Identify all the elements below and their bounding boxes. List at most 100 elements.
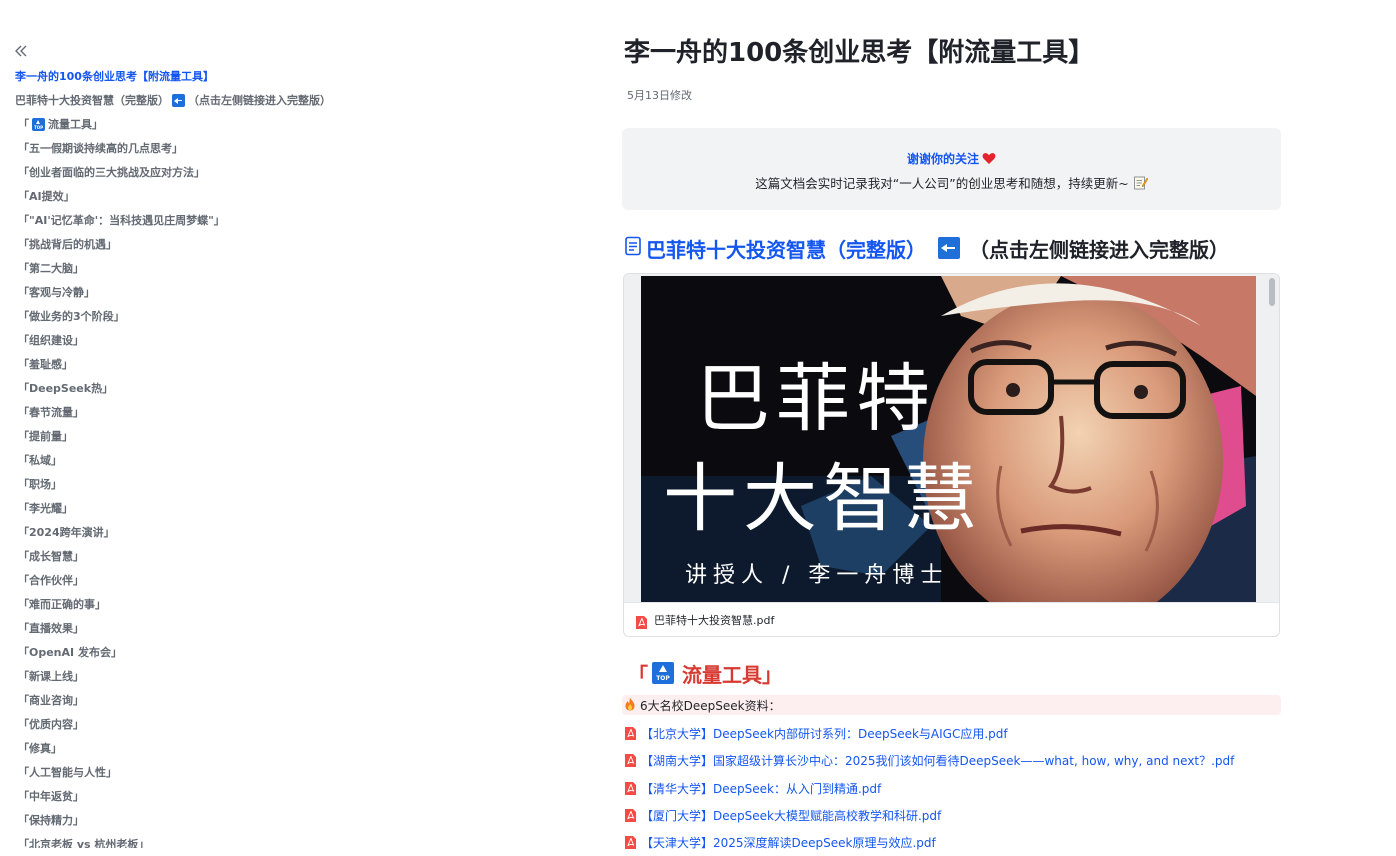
outline-item[interactable]: 「新课上线」 bbox=[15, 664, 331, 688]
buffett-doc-link[interactable]: 巴菲特十大投资智慧（完整版） bbox=[646, 234, 926, 263]
file-link[interactable]: 【天津大学】2025深度解读DeepSeek原理与效应.pdf bbox=[625, 829, 1234, 856]
heading-text: 流量工具」 bbox=[682, 662, 782, 687]
outline-item[interactable]: 「成长智慧」 bbox=[15, 544, 331, 568]
outline-item[interactable]: 「春节流量」 bbox=[15, 400, 331, 424]
outline-item[interactable]: 「AI提效」 bbox=[15, 184, 331, 208]
outline-item-label: 「人工智能与人性」 bbox=[18, 765, 117, 779]
outline-item[interactable]: 「优质内容」 bbox=[15, 712, 331, 736]
outline-item-label: 「OpenAI 发布会」 bbox=[18, 645, 122, 659]
section-heading-buffett: 巴菲特十大投资智慧（完整版） （点击左侧链接进入完整版） bbox=[624, 233, 1229, 263]
outline-item[interactable]: 「羞耻感」 bbox=[15, 352, 331, 376]
outline-item-label: 「中年返贫」 bbox=[18, 789, 84, 803]
outline-item-suffix: （点击左侧链接进入完整版） bbox=[188, 93, 331, 107]
file-link-label: 【厦门大学】DeepSeek大模型赋能高校教学和科研.pdf bbox=[641, 809, 942, 824]
outline-item[interactable]: 「职场」 bbox=[15, 472, 331, 496]
outline-item[interactable]: 「合作伙伴」 bbox=[15, 568, 331, 592]
preview-scrollbar[interactable] bbox=[1269, 278, 1275, 306]
outline-item[interactable]: 「OpenAI 发布会」 bbox=[15, 640, 331, 664]
outline-item-label: 「新课上线」 bbox=[18, 669, 84, 683]
outline-item-label: 「组织建设」 bbox=[18, 333, 84, 347]
pdf-icon bbox=[636, 614, 647, 629]
outline-item[interactable]: 「 流量工具」 bbox=[15, 112, 331, 136]
outline-item-label: 「商业咨询」 bbox=[18, 693, 84, 707]
document-icon bbox=[624, 236, 642, 260]
outline-item-label: 「创业者面临的三大挑战及应对方法」 bbox=[18, 165, 205, 179]
outline-item[interactable]: 「第二大脑」 bbox=[15, 256, 331, 280]
outline-item[interactable]: 「客观与冷静」 bbox=[15, 280, 331, 304]
highlight-text: 6大名校DeepSeek资料： bbox=[640, 698, 781, 713]
outline-item[interactable]: 「提前量」 bbox=[15, 424, 331, 448]
outline-item-label: 「优质内容」 bbox=[18, 717, 84, 731]
heading-prefix: 「 bbox=[628, 662, 648, 687]
pdf-file-name: 巴菲特十大投资智慧.pdf bbox=[654, 614, 775, 627]
pdf-preview-card[interactable]: 巴菲特 十大智慧 讲授人 / 李一舟博士 巴菲特十大投资智慧.pdf bbox=[623, 273, 1280, 637]
callout-body-text: 这篇文档会实时记录我对“一人公司”的创业思考和随想，持续更新~ bbox=[755, 176, 1129, 191]
cover-title-line1: 巴菲特 bbox=[696, 356, 936, 442]
outline-item-label: 「挑战背后的机遇」 bbox=[18, 237, 117, 251]
file-link[interactable]: 【厦门大学】DeepSeek大模型赋能高校教学和科研.pdf bbox=[625, 802, 1234, 829]
outline-item[interactable]: 「挑战背后的机遇」 bbox=[15, 232, 331, 256]
outline-item-label: 「职场」 bbox=[18, 477, 62, 491]
outline-item-label: 巴菲特十大投资智慧（完整版） bbox=[15, 93, 169, 107]
document-body: 李一舟的100条创业思考【附流量工具】 5月13日修改 谢谢你的关注 这篇文档会… bbox=[622, 0, 1282, 850]
heading-note: （点击左侧链接进入完整版） bbox=[969, 237, 1229, 262]
outline-item[interactable]: 「组织建设」 bbox=[15, 328, 331, 352]
outline-item[interactable]: 「修真」 bbox=[15, 736, 331, 760]
file-link-list: 【北京大学】DeepSeek内部研讨系列：DeepSeek与AIGC应用.pdf… bbox=[625, 720, 1234, 856]
file-link[interactable]: 【湖南大学】国家超级计算长沙中心：2025我们该如何看待DeepSeek——wh… bbox=[625, 747, 1234, 774]
outline-item[interactable]: 「保持精力」 bbox=[15, 808, 331, 832]
last-modified: 5月13日修改 bbox=[627, 89, 692, 102]
outline-item[interactable]: 「人工智能与人性」 bbox=[15, 760, 331, 784]
outline-sidebar: 李一舟的100条创业思考【附流量工具】 巴菲特十大投资智慧（完整版） （点击左侧… bbox=[0, 0, 560, 848]
file-link[interactable]: 【清华大学】DeepSeek：从入门到精通.pdf bbox=[625, 775, 1234, 802]
outline-item-label: 「2024跨年演讲」 bbox=[18, 525, 115, 539]
outline-list: 李一舟的100条创业思考【附流量工具】 巴菲特十大投资智慧（完整版） （点击左侧… bbox=[15, 64, 331, 849]
outline-item-label: 「 bbox=[18, 117, 29, 131]
outline-item-label: 「提前量」 bbox=[18, 429, 73, 443]
outline-item-label: 「AI提效」 bbox=[18, 189, 75, 203]
outline-item-label: 「成长智慧」 bbox=[18, 549, 84, 563]
outline-item[interactable]: 「私域」 bbox=[15, 448, 331, 472]
left-arrow-icon bbox=[172, 93, 185, 107]
file-link[interactable]: 【北京大学】DeepSeek内部研讨系列：DeepSeek与AIGC应用.pdf bbox=[625, 720, 1234, 747]
outline-item-label: 「"AI'记忆革命'：当科技遇见庄周梦蝶"」 bbox=[18, 213, 225, 227]
outline-item[interactable]: 「中年返贫」 bbox=[15, 784, 331, 808]
outline-item[interactable]: 「北京老板 vs 杭州老板」 bbox=[15, 832, 331, 849]
outline-item[interactable]: 「2024跨年演讲」 bbox=[15, 520, 331, 544]
outline-item[interactable]: 「李光耀」 bbox=[15, 496, 331, 520]
outline-item[interactable]: 李一舟的100条创业思考【附流量工具】 bbox=[15, 64, 331, 88]
pdf-icon bbox=[625, 727, 636, 741]
memo-icon bbox=[1133, 175, 1149, 194]
outline-item[interactable]: 巴菲特十大投资智慧（完整版） （点击左侧链接进入完整版） bbox=[15, 88, 331, 112]
buffett-cover-image: 巴菲特 十大智慧 讲授人 / 李一舟博士 bbox=[641, 276, 1256, 602]
outline-item[interactable]: 「商业咨询」 bbox=[15, 688, 331, 712]
top-icon bbox=[652, 662, 674, 684]
file-link-label: 【湖南大学】国家超级计算长沙中心：2025我们该如何看待DeepSeek——wh… bbox=[641, 754, 1235, 769]
callout-block: 谢谢你的关注 这篇文档会实时记录我对“一人公司”的创业思考和随想，持续更新~ bbox=[622, 128, 1281, 210]
callout-title: 谢谢你的关注 bbox=[622, 151, 1281, 169]
outline-item-label: 「修真」 bbox=[18, 741, 62, 755]
outline-item[interactable]: 「直播效果」 bbox=[15, 616, 331, 640]
collapse-sidebar-icon[interactable] bbox=[12, 42, 30, 60]
outline-item[interactable]: 「DeepSeek热」 bbox=[15, 376, 331, 400]
pdf-file-bar[interactable]: 巴菲特十大投资智慧.pdf bbox=[624, 602, 1279, 636]
outline-item[interactable]: 「"AI'记忆革命'：当科技遇见庄周梦蝶"」 bbox=[15, 208, 331, 232]
cover-title-line2: 十大智慧 bbox=[663, 456, 983, 542]
outline-item-label: 「客观与冷静」 bbox=[18, 285, 95, 299]
section-heading-traffic-tools: 「 流量工具」 bbox=[628, 658, 782, 688]
document-title: 李一舟的100条创业思考【附流量工具】 bbox=[624, 38, 1095, 68]
outline-item-label: 「做业务的3个阶段」 bbox=[18, 309, 125, 323]
outline-item-label: 「私域」 bbox=[18, 453, 62, 467]
outline-item[interactable]: 「难而正确的事」 bbox=[15, 592, 331, 616]
outline-item[interactable]: 「五一假期谈持续高的几点思考」 bbox=[15, 136, 331, 160]
pdf-icon bbox=[625, 809, 636, 823]
outline-item-label: 「保持精力」 bbox=[18, 813, 84, 827]
file-link-label: 【清华大学】DeepSeek：从入门到精通.pdf bbox=[641, 781, 882, 796]
callout-body: 这篇文档会实时记录我对“一人公司”的创业思考和随想，持续更新~ bbox=[622, 175, 1281, 194]
outline-item-suffix: 流量工具」 bbox=[48, 117, 103, 131]
outline-item-label: 「DeepSeek热」 bbox=[18, 381, 114, 395]
outline-item-label: 李一舟的100条创业思考【附流量工具】 bbox=[15, 69, 214, 83]
outline-item[interactable]: 「创业者面临的三大挑战及应对方法」 bbox=[15, 160, 331, 184]
outline-item[interactable]: 「做业务的3个阶段」 bbox=[15, 304, 331, 328]
heart-icon bbox=[982, 152, 996, 169]
